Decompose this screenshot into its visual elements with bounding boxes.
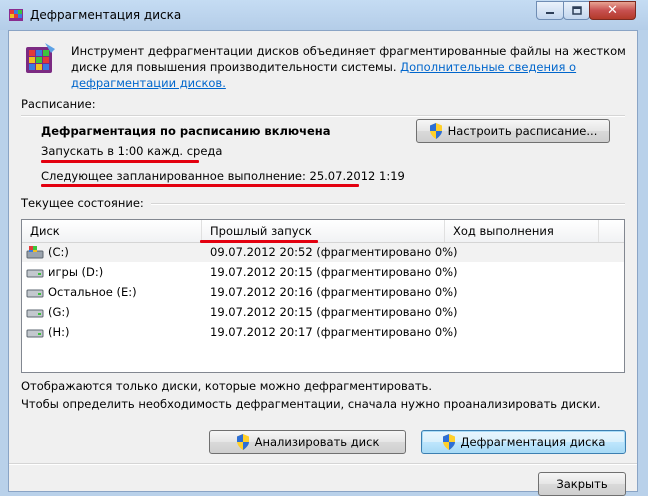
defragment-disk-button[interactable]: Дефрагментация диска — [421, 430, 626, 454]
column-last-run[interactable]: Прошлый запуск — [202, 220, 445, 242]
disk-name: Остальное (E:) — [48, 285, 137, 299]
schedule-status: Дефрагментация по расписанию включена — [41, 124, 331, 138]
drive-icon — [26, 329, 44, 338]
close-icon: ✕ — [607, 3, 618, 18]
disk-last-run: 09.07.2012 20:52 (фрагментировано 0%) — [210, 245, 458, 259]
configure-schedule-label: Настроить расписание... — [447, 124, 598, 138]
shield-icon — [429, 123, 442, 139]
close-button[interactable]: Закрыть — [538, 472, 626, 496]
disk-list[interactable]: Диск Прошлый запуск Ход выполнения (C:) … — [21, 219, 625, 373]
defrag-app-icon — [9, 9, 23, 21]
analyze-disk-button[interactable]: Анализировать диск — [209, 430, 406, 454]
schedule-divider — [21, 115, 625, 117]
maximize-button[interactable] — [563, 1, 590, 20]
disk-name: (H:) — [48, 325, 70, 339]
disk-row-d[interactable]: игры (D:) 19.07.2012 20:15 (фрагментиров… — [22, 263, 624, 282]
drive-icon — [26, 269, 44, 278]
disk-name: игры (D:) — [48, 265, 104, 279]
dialog-body: Инструмент дефрагментации дисков объедин… — [8, 30, 638, 496]
disk-row-e[interactable]: Остальное (E:) 19.07.2012 20:16 (фрагмен… — [22, 283, 624, 302]
window-title: Дефрагментация диска — [30, 8, 182, 22]
footer-note-2: Чтобы определить необходимость дефрагмен… — [21, 397, 601, 411]
shield-icon — [236, 434, 249, 450]
schedule-run-time: Запускать в 1:00 кажд. среда — [41, 144, 223, 158]
schedule-group-label: Расписание: — [21, 97, 96, 111]
disk-row-g[interactable]: (G:) 19.07.2012 20:15 (фрагментировано 0… — [22, 303, 624, 322]
analyze-disk-label: Анализировать диск — [254, 435, 380, 449]
footer-note-1: Отображаются только диски, которые можно… — [21, 379, 432, 393]
disk-last-run: 19.07.2012 20:15 (фрагментировано 0%) — [210, 265, 458, 279]
system-drive-icon — [26, 246, 44, 259]
maximize-icon — [571, 5, 582, 15]
shield-icon — [442, 434, 455, 450]
drive-icon — [26, 289, 44, 298]
annotation-underline-run-time — [41, 160, 199, 163]
intro-text: Инструмент дефрагментации дисков объедин… — [71, 43, 631, 91]
disk-last-run: 19.07.2012 20:17 (фрагментировано 0%) — [210, 325, 458, 339]
schedule-next-run: Следующее запланированное выполнение: 25… — [41, 169, 405, 183]
defragment-disk-label: Дефрагментация диска — [460, 435, 606, 449]
drive-icon — [26, 309, 44, 318]
disk-name: (G:) — [48, 305, 70, 319]
disk-list-header: Диск Прошлый запуск Ход выполнения — [22, 220, 624, 243]
column-progress[interactable]: Ход выполнения — [445, 220, 599, 242]
footer-divider — [9, 463, 637, 465]
disk-row-c[interactable]: (C:) 09.07.2012 20:52 (фрагментировано 0… — [22, 243, 624, 262]
column-disk[interactable]: Диск — [22, 220, 202, 242]
disk-name: (C:) — [48, 245, 69, 259]
annotation-underline-next-run — [41, 184, 359, 187]
current-state-group-label: Текущее состояние: — [21, 196, 144, 210]
close-window-button[interactable]: ✕ — [589, 1, 636, 20]
current-state-divider — [151, 203, 625, 205]
disk-last-run: 19.07.2012 20:15 (фрагментировано 0%) — [210, 305, 458, 319]
close-button-label: Закрыть — [556, 477, 608, 491]
minimize-icon — [546, 11, 554, 14]
defrag-large-icon — [26, 43, 55, 73]
title-bar: Дефрагментация диска ✕ — [0, 0, 648, 30]
disk-last-run: 19.07.2012 20:16 (фрагментировано 0%) — [210, 285, 458, 299]
minimize-button[interactable] — [536, 1, 564, 20]
disk-row-h[interactable]: (H:) 19.07.2012 20:17 (фрагментировано 0… — [22, 323, 624, 342]
configure-schedule-button[interactable]: Настроить расписание... — [416, 119, 610, 143]
